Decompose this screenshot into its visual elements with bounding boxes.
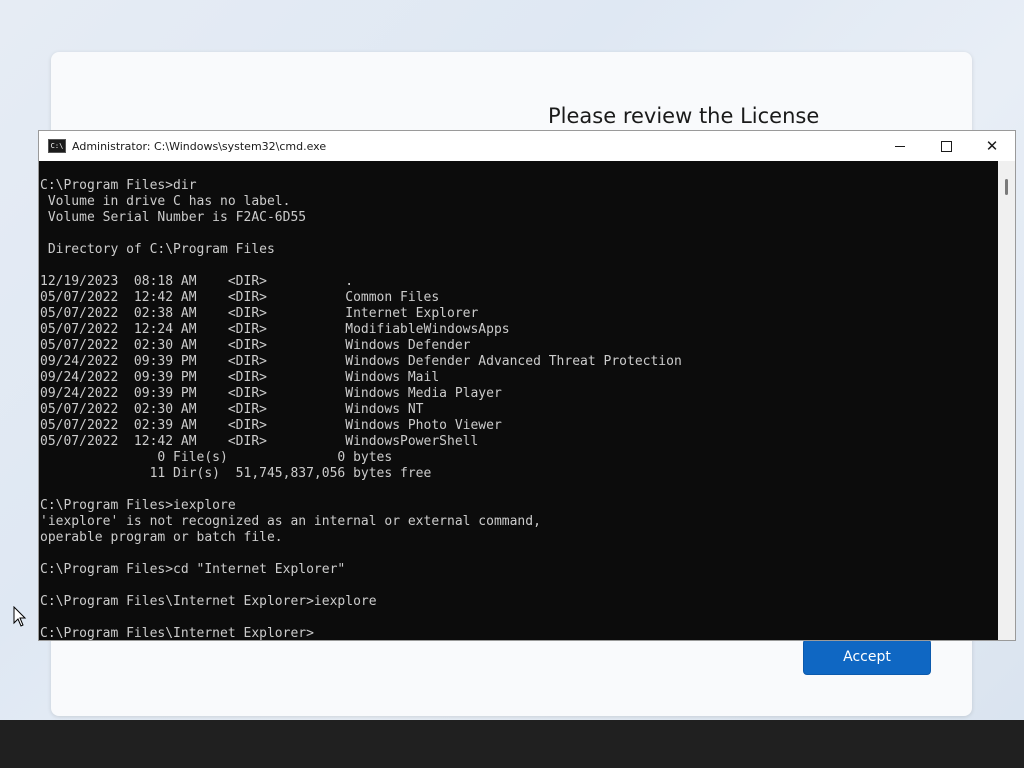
console-text: C:\Program Files>dir Volume in drive C h… [39,161,999,640]
console-line: 05/07/2022 12:24 AM <DIR> ModifiableWind… [40,322,510,337]
console-line: C:\Program Files\Internet Explorer>iexpl… [40,594,377,609]
cmd-window[interactable]: C:\ Administrator: C:\Windows\system32\c… [38,130,1016,641]
console-line: 'iexplore' is not recognized as an inter… [40,514,541,529]
console-line: C:\Program Files>iexplore [40,498,236,513]
mouse-cursor-icon [13,606,27,627]
console-line: C:\Program Files\Internet Explorer> [40,626,314,640]
maximize-button[interactable] [923,131,969,161]
console-line: Directory of C:\Program Files [40,242,275,257]
cmd-app-icon: C:\ [48,139,66,153]
console-line: 05/07/2022 02:38 AM <DIR> Internet Explo… [40,306,479,321]
console-line: 09/24/2022 09:39 PM <DIR> Windows Mail [40,370,440,385]
console-line: C:\Program Files>cd "Internet Explorer" [40,562,346,577]
console-line: Volume in drive C has no label. [40,194,291,209]
vertical-scrollbar[interactable] [998,161,1015,640]
scrollbar-thumb[interactable] [1005,179,1008,195]
console-line: 09/24/2022 09:39 PM <DIR> Windows Defend… [40,354,682,369]
close-button[interactable]: ✕ [969,131,1015,161]
console-line: 09/24/2022 09:39 PM <DIR> Windows Media … [40,386,502,401]
console-line: 05/07/2022 02:39 AM <DIR> Windows Photo … [40,418,502,433]
cmd-titlebar[interactable]: C:\ Administrator: C:\Windows\system32\c… [39,131,1015,161]
window-controls: ✕ [877,131,1015,161]
accept-button[interactable]: Accept [803,639,931,675]
console-line: C:\Program Files>dir [40,178,197,193]
license-title: Please review the License [548,104,820,128]
minimize-icon [895,145,905,147]
window-title: Administrator: C:\Windows\system32\cmd.e… [72,139,327,153]
close-icon: ✕ [985,136,999,155]
console-line: 05/07/2022 12:42 AM <DIR> WindowsPowerSh… [40,434,479,449]
console-line: 05/07/2022 02:30 AM <DIR> Windows Defend… [40,338,471,353]
minimize-button[interactable] [877,131,923,161]
console-output[interactable]: C:\Program Files>dir Volume in drive C h… [39,161,999,640]
taskbar [0,720,1024,768]
console-line: 12/19/2023 08:18 AM <DIR> . [40,274,354,289]
console-line: operable program or batch file. [40,530,283,545]
console-line: 05/07/2022 02:30 AM <DIR> Windows NT [40,402,424,417]
console-line: 0 File(s) 0 bytes [40,450,393,465]
console-line: 11 Dir(s) 51,745,837,056 bytes free [40,466,432,481]
console-line: 05/07/2022 12:42 AM <DIR> Common Files [40,290,440,305]
maximize-icon [940,140,952,152]
console-line: Volume Serial Number is F2AC-6D55 [40,210,307,225]
